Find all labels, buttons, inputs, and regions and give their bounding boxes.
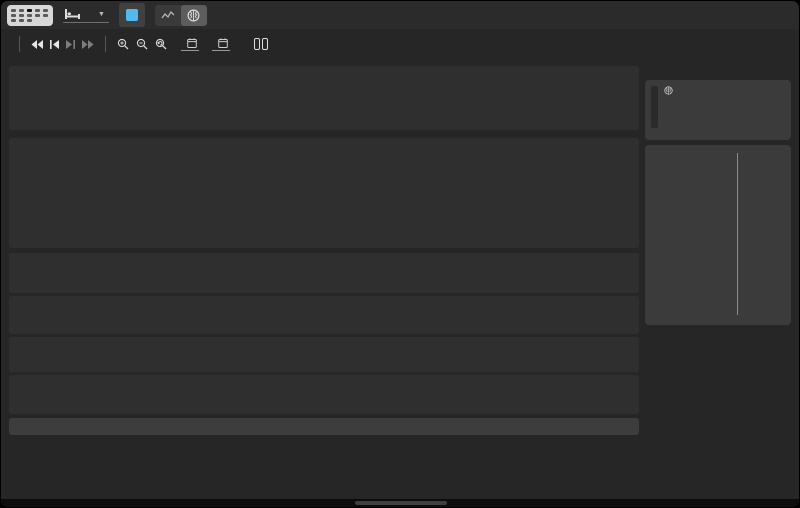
- toolbar-divider: [19, 36, 20, 52]
- top-bar: ▼: [1, 1, 799, 29]
- dci-gauge: [651, 86, 658, 128]
- art-timeline-chart[interactable]: [9, 337, 639, 372]
- split-view-icon: [254, 38, 268, 50]
- to-datetime-field[interactable]: [212, 38, 230, 51]
- zoom-out-icon: [136, 38, 148, 50]
- footer-drag-handle[interactable]: [355, 501, 447, 505]
- rewind-button[interactable]: [30, 39, 44, 50]
- calendar-icon[interactable]: [187, 38, 197, 48]
- brain-icon: [187, 9, 200, 22]
- dci-summary-card: [645, 80, 791, 140]
- bed-icon: [65, 9, 80, 19]
- isolation-icon: [126, 9, 138, 21]
- chevron-down-icon: ▼: [98, 11, 105, 18]
- fast-forward-button[interactable]: [81, 39, 95, 50]
- fast-forward-icon: [82, 40, 94, 49]
- icp-timeline-chart[interactable]: [9, 296, 639, 334]
- static-axis-line: [737, 153, 738, 315]
- select-timelines-bottom-button[interactable]: [9, 418, 639, 435]
- toolbar: [1, 29, 799, 59]
- brain-view-button[interactable]: [181, 5, 207, 26]
- application-window: ▼: [0, 0, 800, 508]
- dynamic-contributors-heatmap[interactable]: [9, 138, 639, 248]
- isolation-button[interactable]: [119, 3, 145, 27]
- mosm-timeline-chart[interactable]: [9, 375, 639, 414]
- ward-map-icon[interactable]: [7, 5, 53, 26]
- bed-select[interactable]: ▼: [63, 7, 109, 23]
- skip-start-icon: [50, 40, 59, 49]
- timeline-view-button[interactable]: [155, 5, 181, 26]
- main-column: [9, 61, 639, 499]
- from-datetime-field[interactable]: [181, 38, 199, 51]
- split-view-toggle[interactable]: [249, 38, 268, 50]
- content-area: [1, 59, 799, 499]
- zoom-in-button[interactable]: [116, 37, 130, 51]
- side-column: [645, 61, 791, 499]
- zoom-reset-button[interactable]: [154, 37, 168, 51]
- static-contributors-panel: [645, 145, 791, 325]
- brain-icon: [664, 86, 673, 95]
- view-toggle: [155, 5, 207, 26]
- calendar-icon[interactable]: [218, 38, 228, 48]
- toolbar-divider: [105, 36, 106, 52]
- line-chart-icon: [161, 10, 175, 21]
- zoom-out-button[interactable]: [135, 37, 149, 51]
- dci-probability-chart[interactable]: [9, 66, 639, 130]
- skip-start-button[interactable]: [49, 39, 60, 50]
- zoom-reset-icon: [155, 38, 167, 50]
- skip-end-icon: [66, 40, 75, 49]
- zoom-in-icon: [117, 38, 129, 50]
- window-footer: [1, 499, 799, 507]
- skip-end-button[interactable]: [65, 39, 76, 50]
- hr-timeline-chart[interactable]: [9, 253, 639, 293]
- rewind-icon: [31, 40, 43, 49]
